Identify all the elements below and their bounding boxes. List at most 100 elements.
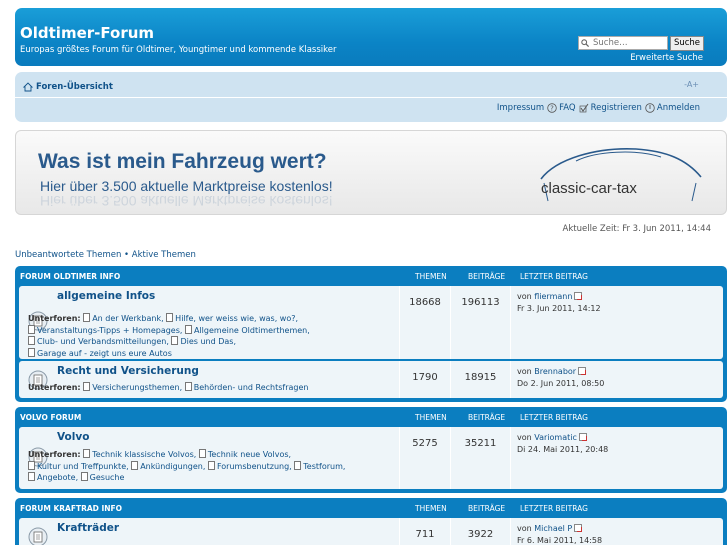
unanswered-topics-link[interactable]: Unbeantwortete Themen	[15, 250, 121, 260]
register-label: Registrieren	[590, 103, 642, 113]
register-link[interactable]: Registrieren	[579, 103, 642, 113]
subforum-link[interactable]: Club- und Verbandsmitteilungen,	[28, 337, 169, 346]
category-header: Forum Kraftrad Info Themen Beiträge Letz…	[19, 500, 723, 516]
by-label: von	[517, 292, 532, 301]
subforum-link[interactable]: Forumsbenutzung,	[208, 462, 292, 471]
forum-title[interactable]: Recht und Versicherung	[57, 365, 199, 377]
quick-links: Unbeantwortete Themen • Aktive Themen	[15, 250, 196, 260]
svg-text:?: ?	[550, 105, 554, 113]
impressum-label: Impressum	[496, 103, 545, 113]
search-button[interactable]: Suche	[670, 36, 704, 51]
breadcrumb-forum-index[interactable]: Foren-Übersicht	[36, 82, 113, 92]
subforum-link[interactable]: Gesuche	[81, 473, 125, 482]
by-label: von	[517, 367, 532, 376]
subforum-link[interactable]: Kultur und Treffpunkte,	[28, 462, 129, 471]
category-block: Forum Kraftrad Info Themen Beiträge Letz…	[15, 498, 727, 545]
category-title[interactable]: Forum Oldtimer Info	[20, 272, 120, 281]
subforum-link[interactable]: Testforum,	[294, 462, 345, 471]
subforum-link[interactable]: Garage auf - zeigt uns eure Autos	[28, 349, 172, 358]
power-icon	[645, 103, 655, 113]
quick-links-separator: •	[124, 250, 130, 260]
by-label: von	[517, 524, 532, 533]
subforum-list: Unterforen: An der Werkbank, Hilfe, wer …	[28, 313, 398, 359]
topics-count: 1790	[400, 361, 451, 398]
last-post-date: Fr 6. Mai 2011, 14:58	[517, 536, 603, 545]
navbar-top: Foren-Übersicht -A+	[15, 72, 727, 98]
subforum-link[interactable]: Dies und Das,	[171, 337, 236, 346]
subforums-label: Unterforen:	[28, 314, 81, 323]
subforum-list: Unterforen: Technik klassische Volvos, T…	[28, 449, 398, 484]
banner-logo-text: classic-car-tax	[541, 180, 637, 197]
help-icon: ?	[547, 103, 557, 113]
ad-banner[interactable]: Was ist mein Fahrzeug wert? Hier über 3.…	[15, 130, 727, 215]
banner-subline-reflection: Hier über 3.500 aktuelle Marktpreise kos…	[40, 193, 333, 209]
last-post-cell: von fliermann Fr 3. Jun 2011, 14:12	[511, 286, 723, 359]
forum-row: Volvo Unterforen: Technik klassische Vol…	[19, 427, 723, 489]
subforum-link[interactable]: Allgemeine Oldtimerthemen,	[185, 326, 310, 335]
category-title[interactable]: Volvo Forum	[20, 413, 81, 422]
forum-title[interactable]: Volvo	[57, 431, 89, 443]
column-last-post: Letzter Beitrag	[520, 503, 588, 513]
category-block: Volvo Forum Themen Beiträge Letzter Beit…	[15, 407, 727, 493]
forum-title[interactable]: Krafträder	[57, 522, 119, 534]
impressum-link[interactable]: Impressum	[497, 103, 544, 113]
forum-main-cell: Recht und Versicherung Unterforen: Versi…	[19, 361, 400, 398]
search-icon	[581, 39, 589, 47]
column-posts: Beiträge	[468, 503, 506, 513]
faq-link[interactable]: ? FAQ	[547, 103, 576, 113]
subforums-label: Unterforen:	[28, 450, 81, 459]
forum-main-cell: Krafträder	[19, 518, 400, 545]
category-title[interactable]: Forum Kraftrad Info	[20, 504, 122, 513]
nav-links: Impressum ? FAQ Registrieren Anmelden	[497, 103, 700, 113]
view-latest-post-icon[interactable]	[578, 433, 587, 441]
register-icon	[579, 103, 589, 113]
navbar: Foren-Übersicht -A+ Impressum ? FAQ Regi…	[15, 72, 727, 122]
site-title[interactable]: Oldtimer-Forum	[20, 24, 154, 42]
forum-title[interactable]: allgemeine Infos	[57, 290, 155, 302]
subforum-link[interactable]: Angebote,	[28, 473, 78, 482]
posts-count: 35211	[451, 427, 511, 489]
last-post-author[interactable]: fliermann	[534, 292, 572, 301]
column-topics: Themen	[415, 412, 447, 422]
search-input[interactable]	[578, 36, 668, 50]
column-topics: Themen	[415, 503, 447, 513]
subforum-link[interactable]: Behörden- und Rechtsfragen	[185, 383, 309, 392]
last-post-author[interactable]: Brennabor	[534, 367, 576, 376]
subforum-link[interactable]: Versicherungsthemen,	[83, 383, 182, 392]
view-latest-post-icon[interactable]	[574, 524, 583, 532]
topics-count: 711	[400, 518, 451, 545]
login-link[interactable]: Anmelden	[645, 103, 700, 113]
subforum-link[interactable]: Technik neue Volvos,	[199, 450, 291, 459]
forum-row: Recht und Versicherung Unterforen: Versi…	[19, 361, 723, 398]
last-post-cell: von Variomatic Di 24. Mai 2011, 20:48	[511, 427, 723, 489]
view-latest-post-icon[interactable]	[574, 292, 583, 300]
subforum-link[interactable]: Veranstaltungs-Tipps + Homepages,	[28, 326, 182, 335]
posts-count: 196113	[451, 286, 511, 359]
posts-count: 18915	[451, 361, 511, 398]
column-posts: Beiträge	[468, 412, 506, 422]
last-post-cell: von Brennabor Do 2. Jun 2011, 08:50	[511, 361, 723, 398]
forum-main-cell: allgemeine Infos Unterforen: An der Werk…	[19, 286, 400, 359]
advanced-search-link[interactable]: Erweiterte Suche	[630, 53, 703, 63]
view-latest-post-icon[interactable]	[578, 367, 587, 375]
subforum-link[interactable]: Ankündigungen,	[131, 462, 205, 471]
subforum-link[interactable]: An der Werkbank,	[83, 314, 163, 323]
subforum-link[interactable]: Hilfe, wer weiss wie, was, wo?,	[166, 314, 298, 323]
topics-count: 18668	[400, 286, 451, 359]
font-size-toggle[interactable]: -A+	[684, 80, 699, 89]
last-post-date: Fr 3. Jun 2011, 14:12	[517, 304, 601, 313]
forum-read-icon	[28, 527, 48, 545]
last-post-author[interactable]: Variomatic	[534, 433, 577, 442]
site-description: Europas größtes Forum für Oldtimer, Youn…	[20, 45, 337, 55]
last-post-date: Do 2. Jun 2011, 08:50	[517, 379, 605, 388]
last-post-author[interactable]: Michael P	[534, 524, 572, 533]
forum-main-cell: Volvo Unterforen: Technik klassische Vol…	[19, 427, 400, 489]
subforum-link[interactable]: Technik klassische Volvos,	[83, 450, 196, 459]
column-last-post: Letzter Beitrag	[520, 271, 588, 281]
column-last-post: Letzter Beitrag	[520, 412, 588, 422]
forum-row: allgemeine Infos Unterforen: An der Werk…	[19, 286, 723, 359]
current-time: Aktuelle Zeit: Fr 3. Jun 2011, 14:44	[562, 224, 711, 234]
last-post-cell: von Michael P Fr 6. Mai 2011, 14:58	[511, 518, 723, 545]
active-topics-link[interactable]: Aktive Themen	[132, 250, 196, 260]
car-silhouette-icon	[540, 147, 702, 202]
